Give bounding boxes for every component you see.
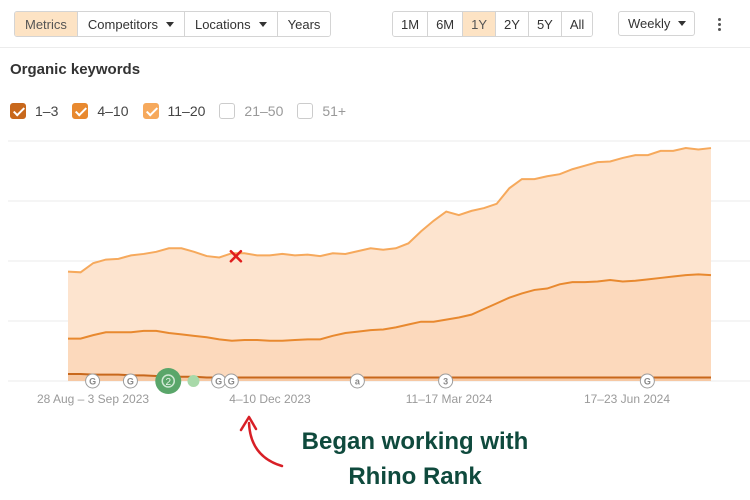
x-tick-label: 17–23 Jun 2024 — [584, 392, 670, 406]
event-marker-label: G — [89, 377, 96, 387]
dot-marker — [187, 375, 200, 387]
event-marker-label: G — [228, 377, 235, 387]
x-tick-label: 4–10 Dec 2023 — [229, 392, 311, 406]
event-marker-label: G — [644, 377, 651, 387]
x-tick-label: 28 Aug – 3 Sep 2023 — [37, 392, 149, 406]
event-marker-label: G — [215, 377, 222, 387]
annotation-line-1: Began working with — [301, 428, 529, 455]
annotation-text: Began working with Rhino Rank — [290, 424, 540, 494]
event-marker-label: G — [127, 377, 134, 387]
event-marker-label: 3 — [443, 377, 448, 387]
cluster-marker-label: 2 — [165, 377, 171, 388]
curved-arrow-icon — [247, 421, 284, 468]
annotation-line-2: Rhino Rank — [348, 463, 482, 490]
x-tick-label: 11–17 Mar 2024 — [406, 392, 493, 406]
